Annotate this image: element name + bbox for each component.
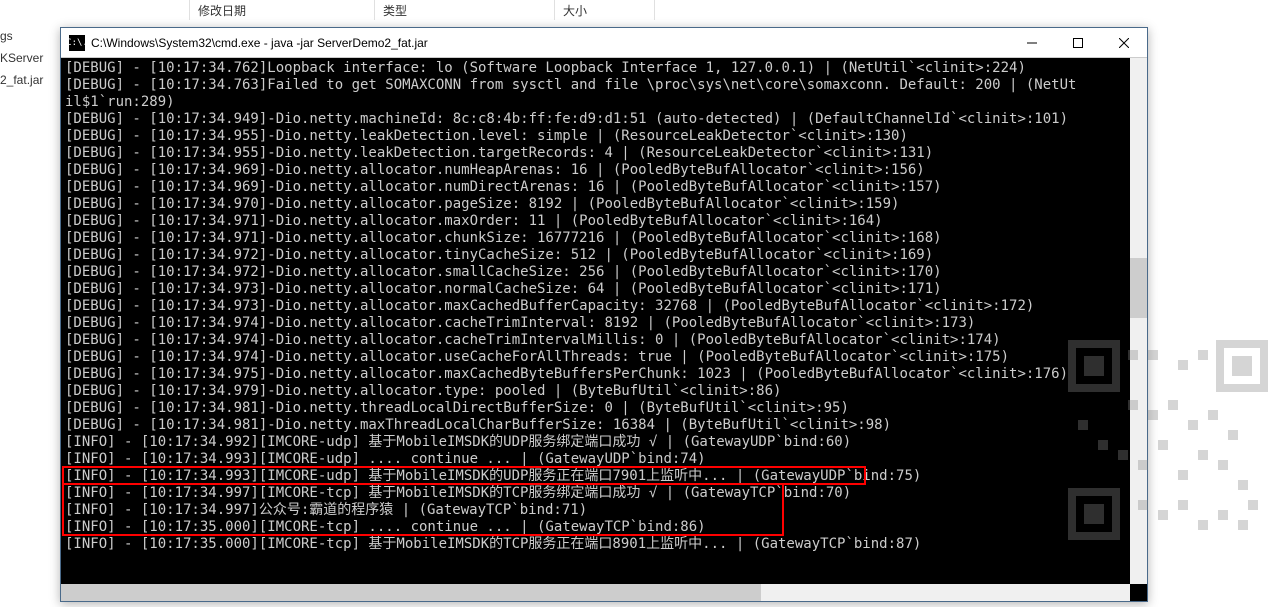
scrollbar-horizontal[interactable] (61, 584, 1130, 601)
log-line: il$1`run:289) (65, 94, 1143, 111)
list-item[interactable]: gs (0, 25, 43, 47)
log-line: [DEBUG] - [10:17:34.974]-Dio.netty.alloc… (65, 315, 1143, 332)
log-line: [DEBUG] - [10:17:34.971]-Dio.netty.alloc… (65, 213, 1143, 230)
log-line: [DEBUG] - [10:17:34.970]-Dio.netty.alloc… (65, 196, 1143, 213)
log-line: [DEBUG] - [10:17:34.955]-Dio.netty.leakD… (65, 128, 1143, 145)
window-title: C:\Windows\System32\cmd.exe - java -jar … (91, 36, 1009, 50)
log-line: [DEBUG] - [10:17:34.981]-Dio.netty.threa… (65, 400, 1143, 417)
col-type[interactable]: 类型 (375, 0, 555, 20)
scrollbar-thumb[interactable] (1130, 258, 1147, 318)
log-line: [DEBUG] - [10:17:34.763]Failed to get SO… (65, 77, 1143, 94)
log-line: [DEBUG] - [10:17:34.979]-Dio.netty.alloc… (65, 383, 1143, 400)
maximize-button[interactable] (1055, 28, 1101, 57)
log-line: [DEBUG] - [10:17:34.974]-Dio.netty.alloc… (65, 349, 1143, 366)
terminal-output[interactable]: [DEBUG] - [10:17:34.762]Loopback interfa… (61, 58, 1147, 601)
scrollbar-vertical[interactable] (1130, 58, 1147, 584)
log-line: [DEBUG] - [10:17:34.969]-Dio.netty.alloc… (65, 162, 1143, 179)
list-item[interactable]: KServer (0, 47, 43, 69)
titlebar[interactable]: C:\. C:\Windows\System32\cmd.exe - java … (61, 28, 1147, 58)
window-controls (1009, 28, 1147, 57)
log-line: [DEBUG] - [10:17:34.973]-Dio.netty.alloc… (65, 298, 1143, 315)
log-line: [DEBUG] - [10:17:34.969]-Dio.netty.alloc… (65, 179, 1143, 196)
log-line: [DEBUG] - [10:17:34.972]-Dio.netty.alloc… (65, 264, 1143, 281)
log-line: [DEBUG] - [10:17:34.975]-Dio.netty.alloc… (65, 366, 1143, 383)
log-line: [DEBUG] - [10:17:34.981]-Dio.netty.maxTh… (65, 417, 1143, 434)
col-size[interactable]: 大小 (555, 0, 655, 20)
log-line: [INFO] - [10:17:34.992][IMCORE-udp] 基于Mo… (65, 434, 1143, 451)
cmd-icon: C:\. (69, 35, 85, 51)
explorer-column-headers: 修改日期 类型 大小 (0, 0, 1288, 20)
col-name[interactable] (0, 0, 190, 20)
log-line: [DEBUG] - [10:17:34.762]Loopback interfa… (65, 60, 1143, 77)
log-line: [DEBUG] - [10:17:34.955]-Dio.netty.leakD… (65, 145, 1143, 162)
log-line: [INFO] - [10:17:35.000][IMCORE-tcp] 基于Mo… (65, 536, 1143, 553)
log-line: [DEBUG] - [10:17:34.949]-Dio.netty.machi… (65, 111, 1143, 128)
cmd-window: C:\. C:\Windows\System32\cmd.exe - java … (60, 27, 1148, 602)
close-button[interactable] (1101, 28, 1147, 57)
explorer-items-partial: gs KServer 2_fat.jar (0, 25, 43, 91)
log-line: [INFO] - [10:17:34.997]公众号:霸道的程序猿 | (Gat… (65, 502, 1143, 519)
log-line: [DEBUG] - [10:17:34.974]-Dio.netty.alloc… (65, 332, 1143, 349)
scrollbar-thumb[interactable] (61, 584, 761, 601)
log-line: [DEBUG] - [10:17:34.972]-Dio.netty.alloc… (65, 247, 1143, 264)
list-item[interactable]: 2_fat.jar (0, 69, 43, 91)
log-line: [DEBUG] - [10:17:34.971]-Dio.netty.alloc… (65, 230, 1143, 247)
log-line: [DEBUG] - [10:17:34.973]-Dio.netty.alloc… (65, 281, 1143, 298)
log-line: [INFO] - [10:17:35.000][IMCORE-tcp] ....… (65, 519, 1143, 536)
log-line: [INFO] - [10:17:34.997][IMCORE-tcp] 基于Mo… (65, 485, 1143, 502)
log-line: [INFO] - [10:17:34.993][IMCORE-udp] 基于Mo… (65, 468, 1143, 485)
log-line: [INFO] - [10:17:34.993][IMCORE-udp] ....… (65, 451, 1143, 468)
col-date[interactable]: 修改日期 (190, 0, 375, 20)
minimize-button[interactable] (1009, 28, 1055, 57)
